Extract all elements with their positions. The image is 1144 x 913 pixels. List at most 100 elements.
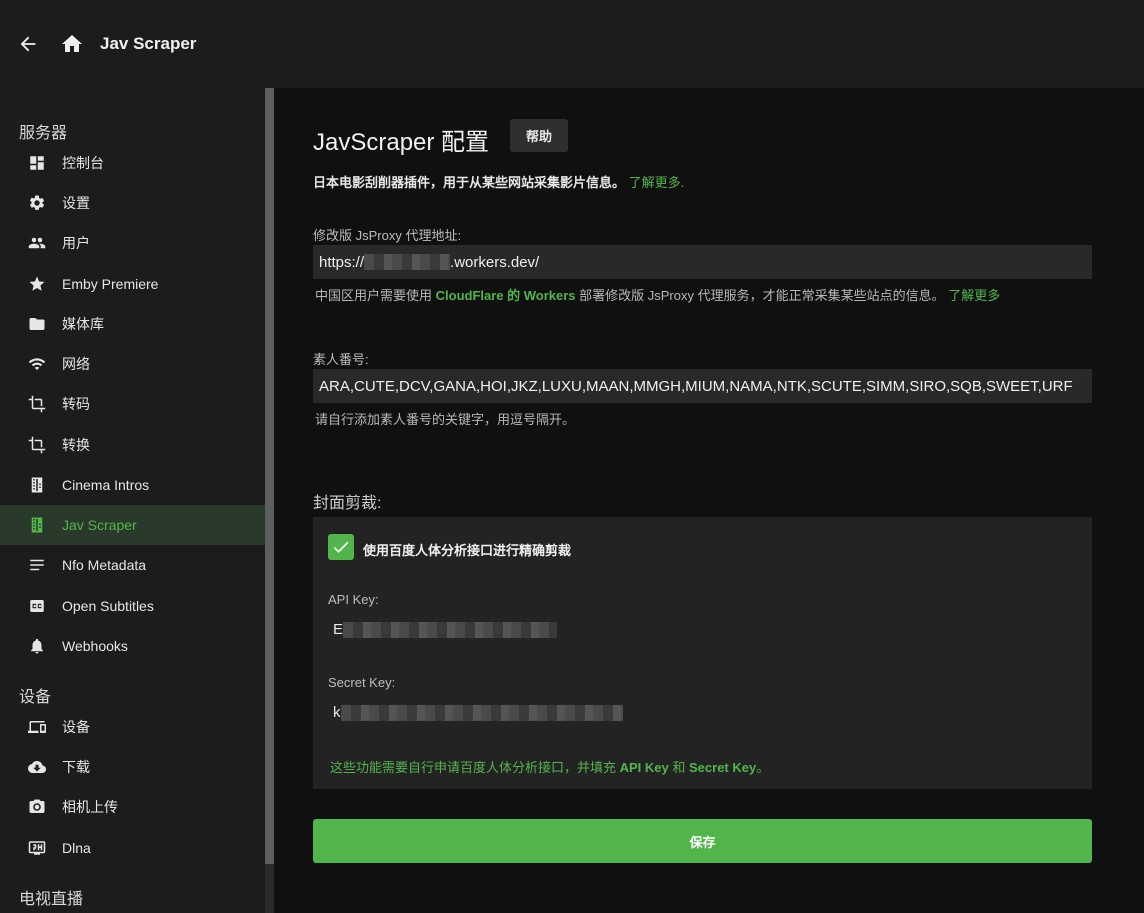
note-api-key: API Key	[619, 760, 669, 775]
sidebar-item-label: 转码	[62, 396, 90, 412]
section-title-devices: 设备	[19, 689, 52, 706]
home-button[interactable]	[56, 28, 88, 60]
bell-icon	[27, 636, 47, 656]
sidebar-item-label: Dlna	[62, 840, 91, 856]
app-title: Jav Scraper	[100, 34, 197, 53]
sidebar-item-label: Webhooks	[62, 638, 128, 654]
redacted-region	[343, 622, 558, 639]
save-button[interactable]: 保存	[313, 819, 1092, 863]
learn-more-link[interactable]: 了解更多.	[629, 175, 685, 190]
proxy-label: 修改版 JsProxy 代理地址:	[313, 228, 462, 243]
baidu-crop-checkbox[interactable]	[328, 534, 354, 560]
sidebar-item-open-subtitles[interactable]: Open Subtitles	[0, 586, 265, 626]
sidebar-item-label: Emby Premiere	[62, 276, 159, 292]
proxy-hint-middle: 部署修改版 JsProxy 代理服务，才能正常采集某些站点的信息。	[575, 288, 949, 303]
secret-key-label: Secret Key:	[328, 675, 396, 690]
screen-icon	[27, 838, 47, 858]
page-title: JavScraper 配置	[313, 129, 490, 156]
proxy-input[interactable]: https:// .workers.dev/	[313, 245, 1092, 279]
baidu-crop-label[interactable]: 使用百度人体分析接口进行精确剪裁	[363, 540, 571, 559]
redacted-region	[340, 705, 623, 722]
sidebar-item-label: Jav Scraper	[62, 517, 137, 533]
gear-icon	[27, 193, 47, 213]
sidebar-item-dlna[interactable]: Dlna	[0, 828, 265, 868]
folder-icon	[27, 314, 47, 334]
sidebar-item-convert[interactable]: 转换	[0, 425, 265, 465]
help-button[interactable]: 帮助	[510, 119, 568, 152]
devices-icon	[27, 717, 47, 737]
lines-icon	[27, 555, 47, 575]
description-text: 日本电影刮削器插件，用于从某些网站采集影片信息。	[313, 175, 626, 190]
sidebar-item-label: Open Subtitles	[62, 598, 154, 614]
wifi-icon	[27, 354, 47, 374]
scrollbar-thumb[interactable]	[265, 88, 274, 864]
proxy-hint: 中国区用户需要使用 CloudFlare 的 Workers 部署修改版 JsP…	[315, 285, 1000, 304]
app-header: Jav Scraper	[0, 0, 1144, 88]
sidebar-item-cinema-intros[interactable]: Cinema Intros	[0, 465, 265, 505]
sidebar-item-dashboard[interactable]: 控制台	[0, 143, 265, 183]
proxy-learn-more-link[interactable]: 了解更多	[948, 288, 1000, 303]
sidebar-item-camera-upload[interactable]: 相机上传	[0, 787, 265, 827]
dashboard-icon	[27, 153, 47, 173]
crop-icon	[27, 435, 47, 455]
amateur-label: 素人番号:	[313, 352, 369, 367]
sidebar-item-label: 下载	[62, 759, 90, 775]
proxy-hint-text: 中国区用户需要使用	[315, 288, 436, 303]
arrow-left-icon	[20, 36, 36, 52]
sidebar-item-label: 网络	[62, 356, 90, 372]
crop-icon	[27, 394, 47, 414]
sidebar-item-label: 用户	[62, 235, 90, 251]
section-title-live-tv: 电视直播	[19, 891, 84, 908]
cover-crop-title: 封面剪裁:	[313, 495, 382, 512]
note-text: 这些功能需要自行申请百度人体分析接口，并填充	[330, 760, 620, 775]
back-button[interactable]	[12, 28, 44, 60]
sidebar-item-users[interactable]: 用户	[0, 223, 265, 263]
api-key-input[interactable]: E	[333, 621, 558, 639]
sidebar: 服务器 控制台 设置 用户 Emby Premiere 媒体库 网络 转码 转换…	[0, 88, 265, 913]
sidebar-item-webhooks[interactable]: Webhooks	[0, 626, 265, 666]
sidebar-item-label: Cinema Intros	[62, 477, 150, 493]
home-icon	[62, 35, 82, 52]
secret-key-input[interactable]: k	[333, 704, 623, 722]
sidebar-item-label: Nfo Metadata	[62, 557, 147, 573]
sidebar-item-network[interactable]: 网络	[0, 344, 265, 384]
sidebar-item-label: 转换	[62, 437, 90, 453]
proxy-value-prefix: https://	[319, 253, 365, 271]
redacted-region	[364, 254, 451, 270]
sidebar-item-label: 设置	[62, 195, 90, 211]
sidebar-item-transcode[interactable]: 转码	[0, 384, 265, 424]
cc-icon	[27, 596, 47, 616]
api-key-label: API Key:	[328, 592, 379, 607]
cloud-download-icon	[27, 757, 47, 777]
checkmark-icon	[333, 541, 349, 553]
film-icon	[27, 475, 47, 495]
sidebar-item-settings[interactable]: 设置	[0, 183, 265, 223]
note-and: 和	[668, 760, 689, 775]
sidebar-item-label: 控制台	[62, 155, 104, 171]
note-suffix: 。	[756, 760, 770, 775]
cloudflare-workers-text: CloudFlare 的 Workers	[435, 288, 576, 303]
note-secret-key: Secret Key	[689, 760, 757, 775]
section-title-server: 服务器	[19, 125, 68, 142]
people-icon	[27, 233, 47, 253]
sidebar-item-devices[interactable]: 设备	[0, 707, 265, 747]
cover-crop-panel: 使用百度人体分析接口进行精确剪裁 API Key: E Secret Key: …	[313, 517, 1092, 789]
sidebar-item-label: 设备	[62, 719, 90, 735]
sidebar-item-jav-scraper[interactable]: Jav Scraper	[0, 505, 265, 545]
sidebar-item-label: 相机上传	[62, 799, 118, 815]
proxy-value-suffix: .workers.dev/	[450, 253, 540, 271]
secret-key-visible-char: k	[333, 704, 341, 721]
baidu-api-note: 这些功能需要自行申请百度人体分析接口，并填充 API Key 和 Secret …	[330, 757, 769, 776]
plugin-description: 日本电影刮削器插件，用于从某些网站采集影片信息。 了解更多.	[313, 172, 684, 191]
sidebar-item-downloads[interactable]: 下载	[0, 747, 265, 787]
sidebar-item-label: 媒体库	[62, 316, 104, 332]
sidebar-item-emby-premiere[interactable]: Emby Premiere	[0, 264, 265, 304]
sidebar-scrollbar[interactable]	[265, 88, 274, 913]
api-key-visible-char: E	[333, 621, 344, 638]
amateur-hint: 请自行添加素人番号的关键字，用逗号隔开。	[315, 412, 576, 427]
sidebar-item-library[interactable]: 媒体库	[0, 304, 265, 344]
main-content: JavScraper 配置 帮助 日本电影刮削器插件，用于从某些网站采集影片信息…	[274, 88, 1144, 913]
amateur-input[interactable]: ARA,CUTE,DCV,GANA,HOI,JKZ,LUXU,MAAN,MMGH…	[313, 369, 1092, 403]
star-icon	[27, 274, 47, 294]
sidebar-item-nfo-metadata[interactable]: Nfo Metadata	[0, 545, 265, 585]
